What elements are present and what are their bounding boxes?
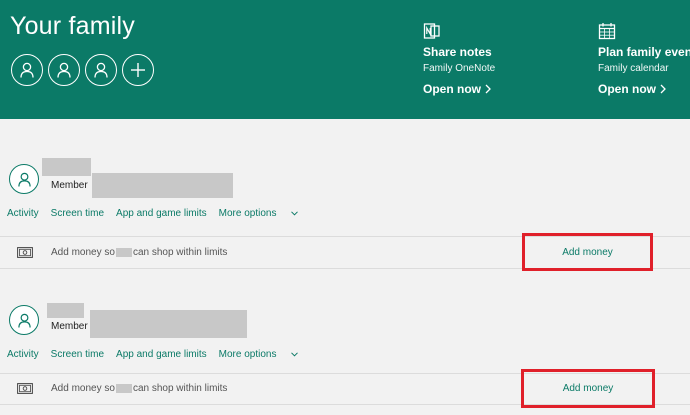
tab-activity[interactable]: Activity (7, 208, 39, 219)
redacted-name-inline (115, 384, 132, 393)
plan-family-events-card: Plan family events Family calendar Open … (598, 22, 690, 96)
money-text-prefix: Add money so (51, 247, 115, 258)
family-member-avatar-1[interactable] (11, 54, 43, 86)
plus-icon (131, 63, 145, 77)
redacted-name-inline (115, 248, 132, 257)
redacted-member-email (90, 310, 247, 338)
person-icon (17, 313, 31, 327)
share-notes-subtitle: Family OneNote (423, 63, 496, 74)
open-onenote-label: Open now (423, 82, 481, 96)
money-text-suffix: can shop within limits (132, 383, 228, 394)
tab-more-options[interactable]: More options (219, 208, 299, 219)
tab-app-game-limits[interactable]: App and game limits (116, 349, 207, 360)
add-money-description: Add money so can shop within limits (51, 247, 227, 258)
calendar-icon (598, 23, 616, 40)
chevron-down-icon (291, 211, 299, 216)
page-title: Your family (10, 12, 135, 40)
open-calendar-label: Open now (598, 82, 656, 96)
person-icon (17, 172, 31, 186)
family-avatars (11, 54, 154, 86)
member-avatar[interactable] (9, 305, 39, 335)
person-icon (20, 62, 34, 78)
open-onenote-link[interactable]: Open now (423, 82, 495, 96)
family-member-avatar-3[interactable] (85, 54, 117, 86)
more-options-label: More options (218, 208, 277, 219)
tab-more-options[interactable]: More options (219, 349, 299, 360)
more-options-label: More options (218, 349, 277, 360)
member-tabs: Activity Screen time App and game limits… (7, 208, 310, 219)
tab-activity[interactable]: Activity (7, 349, 39, 360)
money-text-suffix: can shop within limits (132, 247, 228, 258)
share-notes-title: Share notes (423, 45, 492, 59)
member-role: Member (51, 321, 88, 332)
family-member-avatar-2[interactable] (48, 54, 80, 86)
chevron-down-icon (291, 352, 299, 357)
member-role: Member (51, 180, 88, 191)
redacted-member-name (47, 303, 84, 318)
onenote-icon (423, 23, 440, 39)
add-money-button[interactable]: Add money (521, 369, 655, 408)
family-header: Your family Share notes Family OneNote O… (0, 0, 690, 119)
redacted-member-name (42, 158, 91, 176)
plan-events-title: Plan family events (598, 45, 690, 59)
tab-screen-time[interactable]: Screen time (51, 208, 104, 219)
plan-events-subtitle: Family calendar (598, 63, 669, 74)
money-icon (17, 383, 33, 394)
money-icon (17, 247, 33, 258)
add-family-member-button[interactable] (122, 54, 154, 86)
member-avatar[interactable] (9, 164, 39, 194)
tab-screen-time[interactable]: Screen time (51, 349, 104, 360)
open-calendar-link[interactable]: Open now (598, 82, 690, 96)
person-icon (57, 62, 71, 78)
money-text-prefix: Add money so (51, 383, 115, 394)
chevron-right-icon (485, 84, 491, 94)
share-notes-card: Share notes Family OneNote Open now (423, 22, 495, 96)
member-tabs: Activity Screen time App and game limits… (7, 349, 310, 360)
add-money-description: Add money so can shop within limits (51, 383, 227, 394)
tab-app-game-limits[interactable]: App and game limits (116, 208, 207, 219)
person-icon (94, 62, 108, 78)
add-money-button[interactable]: Add money (522, 233, 653, 271)
redacted-member-email (92, 173, 233, 198)
chevron-right-icon (660, 84, 666, 94)
